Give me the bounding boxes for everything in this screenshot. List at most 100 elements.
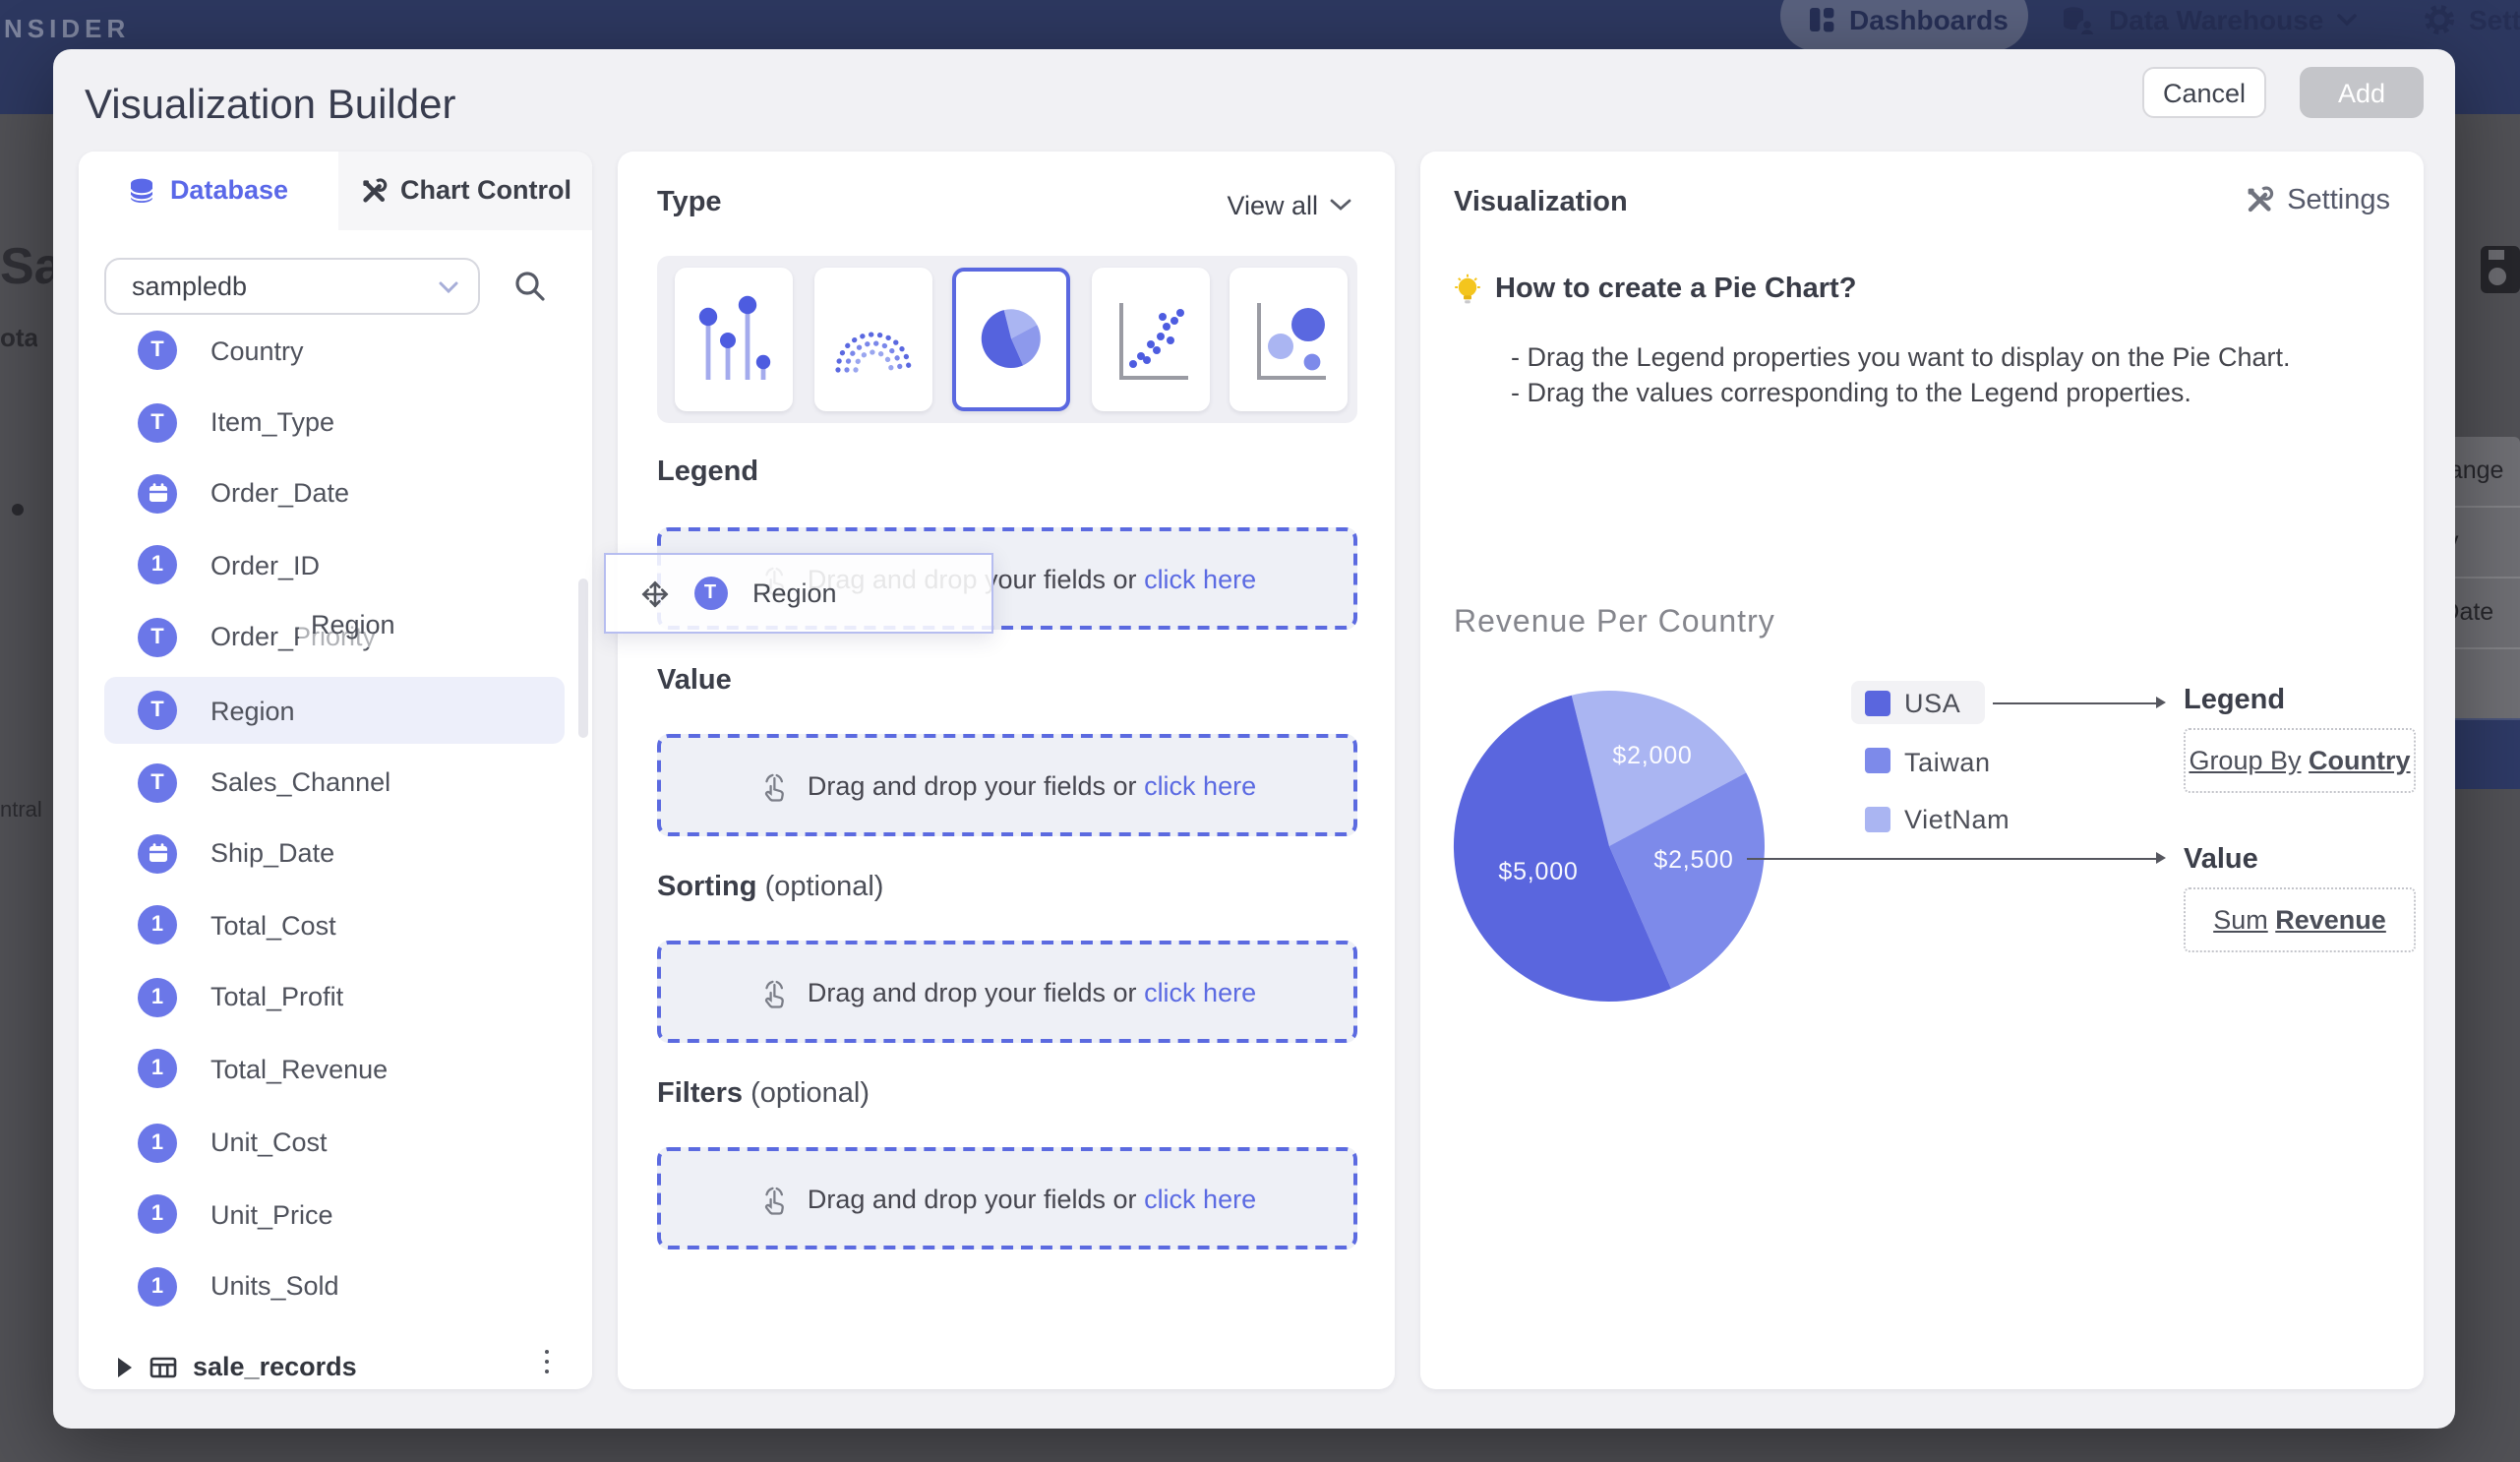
- settings-button[interactable]: Settings: [2244, 184, 2390, 215]
- tab-database[interactable]: Database: [79, 151, 338, 229]
- type-label: Type: [657, 186, 722, 217]
- database-sidebar: Database Chart Control sampledb T C: [79, 151, 592, 1388]
- app-logo: NSIDER: [4, 14, 130, 43]
- text-field-icon: T: [138, 402, 177, 442]
- builder-panel: Type View all: [618, 151, 1395, 1388]
- field-row[interactable]: 1 Units_Sold: [79, 1252, 592, 1319]
- value-mapping-box[interactable]: Sum Revenue: [2184, 887, 2416, 952]
- slice-label: $2,500: [1653, 846, 1733, 874]
- bg-save-icon: [2481, 246, 2520, 293]
- text-field-icon: T: [138, 762, 177, 802]
- value-section-label: Value: [657, 664, 732, 696]
- view-all-button[interactable]: View all: [1227, 190, 1351, 219]
- dropzone-click-here-link[interactable]: click here: [1144, 977, 1256, 1006]
- scrollbar-thumb[interactable]: [578, 578, 588, 737]
- legend-item-label[interactable]: Taiwan: [1904, 747, 1991, 776]
- chart-title: Revenue Per Country: [1454, 605, 1775, 640]
- table-row-sale-records[interactable]: sale_records: [79, 1333, 592, 1388]
- drag-ghost-region[interactable]: T Region: [603, 553, 992, 634]
- date-field-icon: [138, 473, 177, 513]
- drag-ghost-label: Region: [752, 579, 837, 608]
- legend-annotation-arrow: [1993, 701, 2156, 703]
- legend-mapping-box[interactable]: Group By Country: [2184, 728, 2416, 793]
- field-row[interactable]: T Sales_Channel: [79, 749, 592, 816]
- field-row[interactable]: 1 Total_Revenue: [79, 1035, 592, 1102]
- bg-bullet-dot: [12, 504, 24, 516]
- gear-icon: [2424, 4, 2455, 35]
- database-select[interactable]: sampledb: [104, 257, 480, 314]
- cancel-button[interactable]: Cancel: [2142, 67, 2266, 118]
- field-row[interactable]: Ship_Date: [79, 820, 592, 886]
- chart-type-arc[interactable]: [813, 267, 931, 410]
- kebab-menu-icon[interactable]: [544, 1349, 549, 1373]
- dropzone-click-here-link[interactable]: click here: [1144, 770, 1256, 800]
- slice-label: $2,000: [1612, 742, 1692, 769]
- number-field-icon: 1: [138, 905, 177, 944]
- nav-settings[interactable]: Settings: [2424, 0, 2520, 51]
- field-row[interactable]: 1 Total_Cost: [79, 891, 592, 958]
- legend-section-label: Legend: [657, 456, 758, 487]
- drag-source-label: Region: [299, 603, 407, 646]
- tools-icon: [2244, 185, 2273, 214]
- screen: NSIDER Dashboards Data Warehouse Setting…: [0, 0, 2520, 1462]
- field-row[interactable]: T Country: [79, 317, 592, 384]
- move-icon: [638, 578, 670, 609]
- database-select-value: sampledb: [132, 271, 247, 300]
- field-row[interactable]: 1 Unit_Price: [79, 1181, 592, 1248]
- chart-type-bubble[interactable]: [1230, 267, 1348, 410]
- number-field-icon: 1: [138, 1049, 177, 1088]
- bg-subheading-fragment: otal: [0, 323, 37, 352]
- data-warehouse-icon: [2062, 5, 2095, 34]
- date-field-icon: [138, 833, 177, 873]
- nav-data-warehouse[interactable]: Data Warehouse: [2062, 0, 2357, 51]
- field-row[interactable]: 1 Order_ID: [79, 531, 592, 598]
- add-button[interactable]: Add: [2300, 67, 2424, 118]
- value-mapping-heading: Value: [2184, 843, 2258, 875]
- table-icon: [150, 1355, 177, 1378]
- text-field-icon: T: [693, 577, 727, 610]
- sorting-section-label: Sorting (optional): [657, 871, 883, 902]
- dropzone-click-here-link[interactable]: click here: [1144, 564, 1256, 593]
- bg-text-fragment: ntral: [0, 799, 51, 822]
- tab-chart-control-label: Chart Control: [400, 175, 571, 205]
- chart-type-scatter[interactable]: [1091, 267, 1209, 410]
- field-row[interactable]: 1 Total_Profit: [79, 963, 592, 1030]
- field-row[interactable]: 1 Unit_Cost: [79, 1109, 592, 1176]
- visualization-heading: Visualization: [1454, 186, 1628, 217]
- legend-item-label[interactable]: VietNam: [1904, 805, 2010, 834]
- chevron-down-icon: [439, 280, 458, 294]
- legend-mapping-heading: Legend: [2184, 684, 2285, 715]
- chart-type-strip: [657, 255, 1357, 422]
- chart-type-pie-selected[interactable]: [952, 267, 1070, 410]
- search-icon[interactable]: [513, 269, 547, 302]
- tab-chart-control[interactable]: Chart Control: [338, 151, 592, 229]
- dashboards-grid-icon: [1808, 6, 1835, 33]
- howto-tip-2: - Drag the values corresponding to the L…: [1511, 377, 2191, 406]
- text-field-icon: T: [138, 691, 177, 730]
- number-field-icon: 1: [138, 1194, 177, 1234]
- dropzone-text: Drag and drop your fields or click here: [808, 977, 1256, 1006]
- number-field-icon: 1: [138, 1266, 177, 1306]
- field-row-region[interactable]: T Region: [79, 677, 592, 744]
- howto-heading: How to create a Pie Chart?: [1495, 273, 1856, 304]
- sorting-dropzone[interactable]: Drag and drop your fields or click here: [657, 941, 1357, 1043]
- dropzone-click-here-link[interactable]: click here: [1144, 1184, 1256, 1213]
- field-row[interactable]: Order_Date: [79, 459, 592, 526]
- chevron-down-icon: [2337, 13, 2357, 27]
- filters-section-label: Filters (optional): [657, 1077, 870, 1109]
- tap-hand-icon: [758, 768, 792, 802]
- nav-dashboards[interactable]: Dashboards: [1808, 0, 2009, 51]
- legend-item-label[interactable]: USA: [1904, 689, 1960, 718]
- tap-hand-icon: [758, 975, 792, 1008]
- tap-hand-icon: [758, 1182, 792, 1215]
- filters-dropzone[interactable]: Drag and drop your fields or click here: [657, 1147, 1357, 1249]
- number-field-icon: 1: [138, 545, 177, 584]
- legend-swatch: [1865, 748, 1890, 773]
- field-row[interactable]: T Item_Type: [79, 389, 592, 456]
- number-field-icon: 1: [138, 1123, 177, 1162]
- slice-label: $5,000: [1498, 858, 1578, 885]
- legend-swatch: [1865, 690, 1890, 715]
- value-dropzone[interactable]: Drag and drop your fields or click here: [657, 734, 1357, 836]
- expand-caret-icon[interactable]: [118, 1357, 132, 1376]
- chart-type-lollipop[interactable]: [675, 267, 793, 410]
